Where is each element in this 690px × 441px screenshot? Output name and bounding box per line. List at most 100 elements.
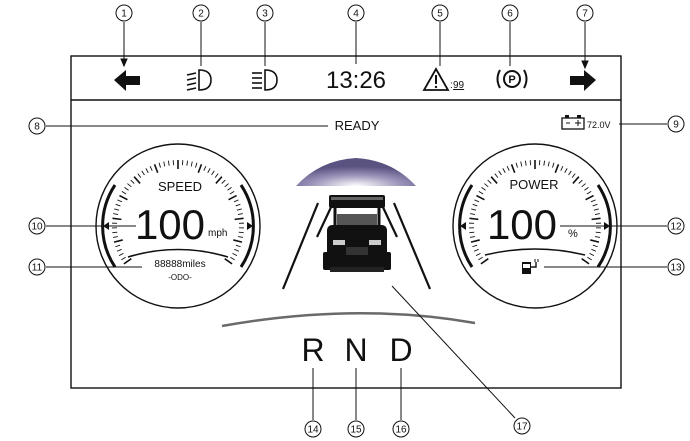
callout-number: 17 <box>516 422 528 433</box>
parking-brake-icon: P <box>496 69 528 89</box>
gauge-tick <box>593 208 599 211</box>
gauge-tick <box>130 179 135 184</box>
dashboard-diagram: 13:26 : 99 P READY 72.0V SPEED 100 mph 8… <box>28 4 685 438</box>
speed-title: SPEED <box>158 179 202 194</box>
low-beam-icon <box>186 69 212 91</box>
gauge-tick <box>490 176 498 184</box>
parking-letter: P <box>508 74 515 86</box>
gauge-tick <box>478 190 484 195</box>
gauge-tick <box>233 199 239 203</box>
gauge-tick <box>197 164 203 174</box>
callout-number: 4 <box>353 9 359 20</box>
power-lower-arc <box>484 248 586 256</box>
gauge-tick <box>234 248 240 252</box>
top-glow <box>296 158 416 186</box>
speed-unit: mph <box>208 228 227 239</box>
gauge-tick <box>115 203 121 207</box>
gauge-tick <box>112 236 119 238</box>
gauge-tick <box>469 231 475 234</box>
gauge-tick <box>524 160 527 166</box>
gear-reverse: R <box>301 332 324 368</box>
callout-number: 9 <box>673 120 679 131</box>
gauge-tick <box>585 194 594 201</box>
speed-odo-arc <box>127 248 229 258</box>
power-unit: % <box>568 228 578 240</box>
gauge-tick <box>234 217 244 221</box>
gauge-tick <box>494 173 499 178</box>
gauge-tick <box>113 213 119 215</box>
gauge-tick <box>121 256 126 261</box>
callout-number: 14 <box>307 425 319 436</box>
gauge-tick <box>232 252 238 257</box>
gauge-tick <box>590 199 596 203</box>
gauge-tick <box>230 256 235 261</box>
left-turn-arrow-icon <box>114 70 140 91</box>
gauge-tick <box>471 208 477 211</box>
gauge-tick <box>235 244 241 248</box>
gauge-tick <box>506 165 510 171</box>
gauge-tick <box>591 248 597 252</box>
gauge-tick <box>228 194 237 201</box>
gauge-tick <box>594 236 601 238</box>
gauge-tick <box>481 186 486 191</box>
gauge-tick <box>554 164 560 174</box>
gauge-tick <box>568 170 572 176</box>
gauge-tick <box>112 217 122 221</box>
callout-number: 10 <box>31 222 43 233</box>
gauge-tick <box>594 213 600 215</box>
gauge-tick <box>472 244 478 248</box>
gauge-tick <box>227 186 232 191</box>
gauge-tick <box>167 160 170 166</box>
gauge-tick <box>229 190 235 195</box>
horizon-arc <box>221 311 476 328</box>
gauge-tick <box>473 248 479 252</box>
gauge-tick <box>190 161 193 167</box>
gauge-tick <box>233 239 243 243</box>
gauge-tick <box>224 258 233 265</box>
callout-number: 3 <box>262 9 268 20</box>
right-turn-arrow-icon <box>570 70 596 91</box>
charging-plug-icon <box>522 259 539 274</box>
gauge-tick <box>543 160 546 166</box>
gauge-tick <box>195 162 198 168</box>
battery-voltage: 72.0V <box>587 120 611 130</box>
gauge-tick <box>520 161 523 167</box>
clock-time: 13:26 <box>326 67 386 94</box>
gauge-tick <box>591 217 601 221</box>
gauge-tick <box>211 170 215 176</box>
gauge-tick <box>586 190 592 195</box>
callout-number: 16 <box>395 425 407 436</box>
odometer-value: 88888miles <box>154 259 205 270</box>
gauge-tick <box>510 164 516 174</box>
gauge-tick <box>237 213 243 215</box>
gauge-tick <box>137 173 142 178</box>
callout-number: 12 <box>670 222 682 233</box>
gauge-tick <box>552 162 555 168</box>
gauge-tick <box>163 161 166 167</box>
gauge-tick <box>564 168 568 173</box>
high-beam-icon <box>252 69 278 91</box>
gauge-tick <box>215 176 223 184</box>
gauge-tick <box>123 258 132 265</box>
gauge-tick <box>578 179 583 184</box>
gauge-tick <box>478 256 483 261</box>
gauge-tick <box>502 168 506 173</box>
gauge-tick <box>124 186 129 191</box>
gear-neutral: N <box>344 332 367 368</box>
gauge-tick <box>469 217 479 221</box>
gauge-tick <box>476 194 485 201</box>
gauge-tick <box>515 162 518 168</box>
power-title: POWER <box>509 177 558 192</box>
gauge-tick <box>127 183 132 188</box>
battery-icon <box>561 115 585 130</box>
gauge-tick <box>112 231 118 234</box>
gauge-tick <box>581 183 586 188</box>
gauge-tick <box>214 173 219 178</box>
gauge-tick <box>141 170 145 176</box>
gauge-tick <box>592 203 598 207</box>
callout-number: 13 <box>670 263 682 274</box>
gauge-tick <box>484 183 489 188</box>
gauge-tick <box>121 190 127 195</box>
gauge-tick <box>114 208 120 211</box>
callout-number: 2 <box>198 9 204 20</box>
